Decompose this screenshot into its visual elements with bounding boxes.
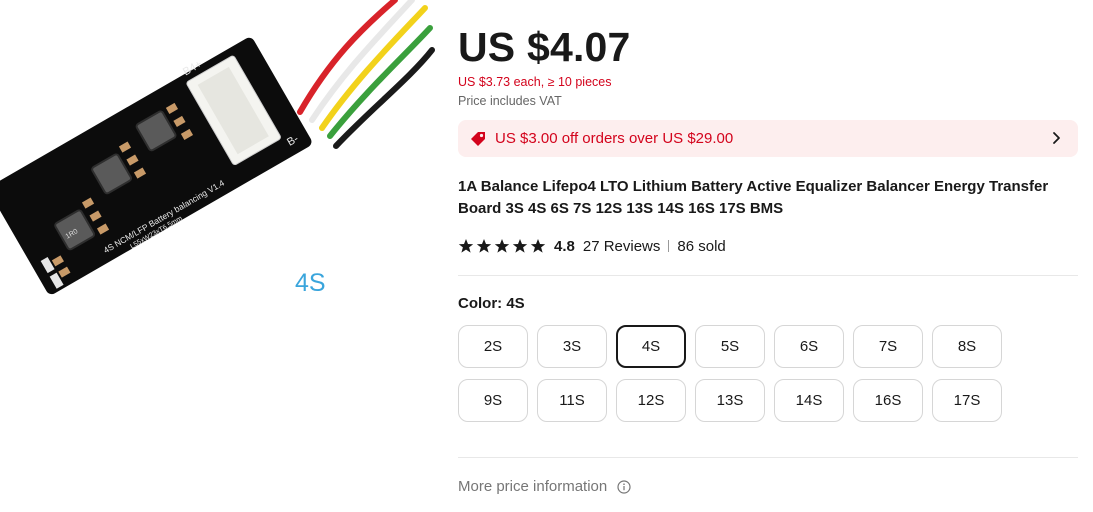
color-option-7s[interactable]: 7S: [853, 325, 923, 368]
coupon-text: US $3.00 off orders over US $29.00: [495, 130, 734, 147]
rating-score: 4.8: [554, 237, 575, 255]
rating-row: 4.8 27 Reviews 86 sold: [458, 236, 726, 256]
color-selected-value: 4S: [506, 295, 525, 312]
more-price-information-link[interactable]: More price information: [458, 478, 631, 495]
color-option-11s[interactable]: 11S: [537, 379, 607, 422]
star-icon: [458, 239, 474, 253]
divider: [458, 457, 1078, 458]
price-tag-icon: [469, 130, 487, 148]
product-title: 1A Balance Lifepo4 LTO Lithium Battery A…: [458, 178, 1049, 217]
product-image[interactable]: 4S NCM/LFP Battery balancing V1.4 L55xW2…: [0, 0, 440, 512]
star-icon: [494, 239, 510, 253]
info-icon[interactable]: [617, 479, 631, 494]
color-option-6s[interactable]: 6S: [774, 325, 844, 368]
chevron-right-icon: [1050, 130, 1064, 146]
color-option-5s[interactable]: 5S: [695, 325, 765, 368]
color-option-2s[interactable]: 2S: [458, 325, 528, 368]
color-label-text: Color:: [458, 295, 503, 312]
vat-note: Price includes VAT: [458, 94, 562, 108]
color-option-16s[interactable]: 16S: [853, 379, 923, 422]
coupon-banner[interactable]: US $3.00 off orders over US $29.00: [458, 120, 1078, 157]
battery-balancer-board-image: 4S NCM/LFP Battery balancing V1.4 L55xW2…: [0, 0, 435, 297]
bulk-price: US $3.73 each, ≥ 10 pieces: [458, 75, 612, 89]
sold-count: 86 sold: [677, 237, 726, 255]
star-rating: [458, 238, 546, 254]
star-icon: [512, 239, 528, 253]
image-variant-label: 4S: [295, 269, 326, 297]
color-option-3s[interactable]: 3S: [537, 325, 607, 368]
star-icon: [476, 239, 492, 253]
color-option-17s[interactable]: 17S: [932, 379, 1002, 422]
color-option-4s[interactable]: 4S: [616, 325, 686, 368]
color-option-14s[interactable]: 14S: [774, 379, 844, 422]
color-options: 2S 3S 4S 5S 6S 7S 8S 9S 11S 12S 13S 14S 16S 17S: [458, 325, 1078, 422]
star-icon: [530, 239, 546, 253]
color-option-12s[interactable]: 12S: [616, 379, 686, 422]
reviews-link[interactable]: 27 Reviews: [583, 238, 661, 255]
more-price-information-text: More price information: [458, 478, 608, 495]
color-option-9s[interactable]: 9S: [458, 379, 528, 422]
price: US $4.07: [458, 24, 631, 70]
color-option-8s[interactable]: 8S: [932, 325, 1002, 368]
color-option-13s[interactable]: 13S: [695, 379, 765, 422]
divider: [458, 275, 1078, 276]
color-label: Color: 4S: [458, 295, 525, 312]
divider: [668, 240, 670, 252]
